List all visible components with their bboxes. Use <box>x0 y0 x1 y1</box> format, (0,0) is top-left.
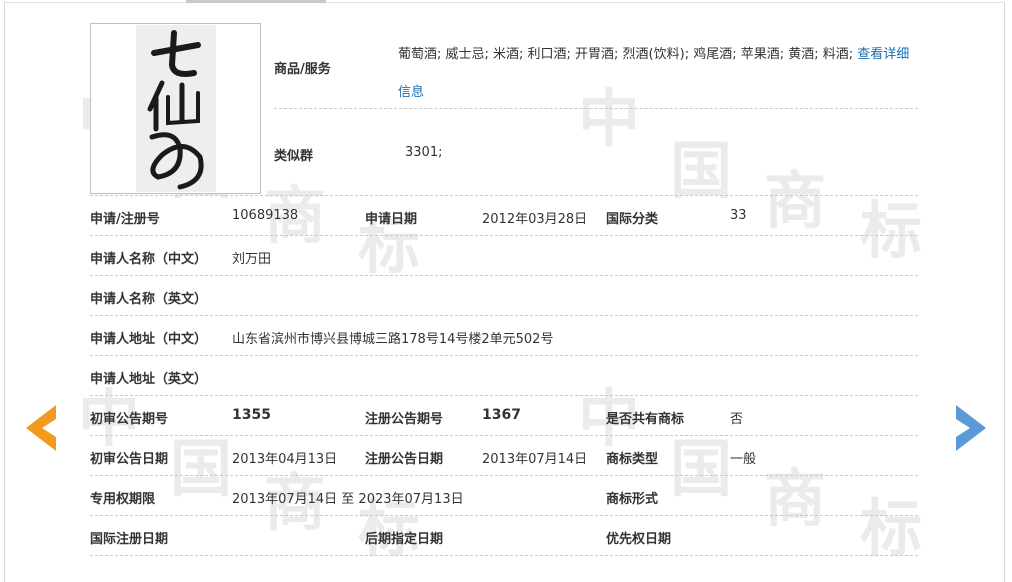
reg-no-label: 申请/注册号 <box>90 212 160 227</box>
divider <box>90 195 918 196</box>
divider <box>90 555 918 556</box>
form-label: 商标形式 <box>606 492 659 507</box>
applicant-cn-value: 刘万田 <box>232 252 272 267</box>
reg-date-label: 注册公告日期 <box>365 452 444 467</box>
goods-label: 商品/服务 <box>274 62 331 77</box>
calligraphy-graphic <box>147 30 204 190</box>
reg-date-value: 2013年07月14日 <box>482 452 588 467</box>
reg-issue-value: 1367 <box>482 407 521 423</box>
applicant-cn-label: 申请人名称（中文） <box>90 252 208 267</box>
trademark-image-frame[interactable] <box>90 23 261 194</box>
shared-value: 否 <box>730 412 744 427</box>
next-button[interactable] <box>950 403 990 453</box>
similar-group-label: 类似群 <box>274 149 314 164</box>
reg-issue-label: 注册公告期号 <box>365 412 444 427</box>
trademark-image <box>136 25 216 192</box>
divider <box>90 395 918 396</box>
divider <box>90 475 918 476</box>
divider <box>274 108 918 109</box>
type-value: 一般 <box>730 452 757 467</box>
address-cn-label: 申请人地址（中文） <box>90 332 208 347</box>
type-label: 商标类型 <box>606 452 659 467</box>
prelim-date-value: 2013年04月13日 <box>232 452 338 467</box>
later-date-label: 后期指定日期 <box>365 532 444 547</box>
intl-class-label: 国际分类 <box>606 212 659 227</box>
divider <box>90 315 918 316</box>
divider <box>90 275 918 276</box>
arrow-left-icon <box>26 405 56 451</box>
intl-class-value: 33 <box>730 208 747 223</box>
applicant-en-label: 申请人名称（英文） <box>90 292 208 307</box>
priority-date-label: 优先权日期 <box>606 532 672 547</box>
arrow-right-icon <box>956 405 986 451</box>
exclusive-label: 专用权期限 <box>90 492 156 507</box>
divider <box>90 355 918 356</box>
exclusive-value: 2013年07月14日 至 2023年07月13日 <box>232 492 464 507</box>
reg-no-value: 10689138 <box>232 208 299 223</box>
apply-date-value: 2012年03月28日 <box>482 212 588 227</box>
divider <box>90 435 918 436</box>
prelim-date-label: 初审公告日期 <box>90 452 169 467</box>
prelim-issue-value: 1355 <box>232 407 271 423</box>
address-en-label: 申请人地址（英文） <box>90 372 208 387</box>
apply-date-label: 申请日期 <box>365 212 418 227</box>
tab-indicator <box>186 0 326 3</box>
intl-reg-date-label: 国际注册日期 <box>90 532 169 547</box>
prelim-issue-label: 初审公告期号 <box>90 412 169 427</box>
divider <box>90 235 918 236</box>
goods-list: 葡萄酒; 威士忌; 米酒; 利口酒; 开胃酒; 烈酒(饮料); 鸡尾酒; 苹果酒… <box>398 47 854 62</box>
similar-group-value: 3301; <box>405 145 443 160</box>
goods-text: 葡萄酒; 威士忌; 米酒; 利口酒; 开胃酒; 烈酒(饮料); 鸡尾酒; 苹果酒… <box>398 36 918 112</box>
shared-label: 是否共有商标 <box>606 412 685 427</box>
prev-button[interactable] <box>22 403 62 453</box>
divider <box>90 515 918 516</box>
address-cn-value: 山东省滨州市博兴县博城三路178号14号楼2单元502号 <box>232 332 554 347</box>
